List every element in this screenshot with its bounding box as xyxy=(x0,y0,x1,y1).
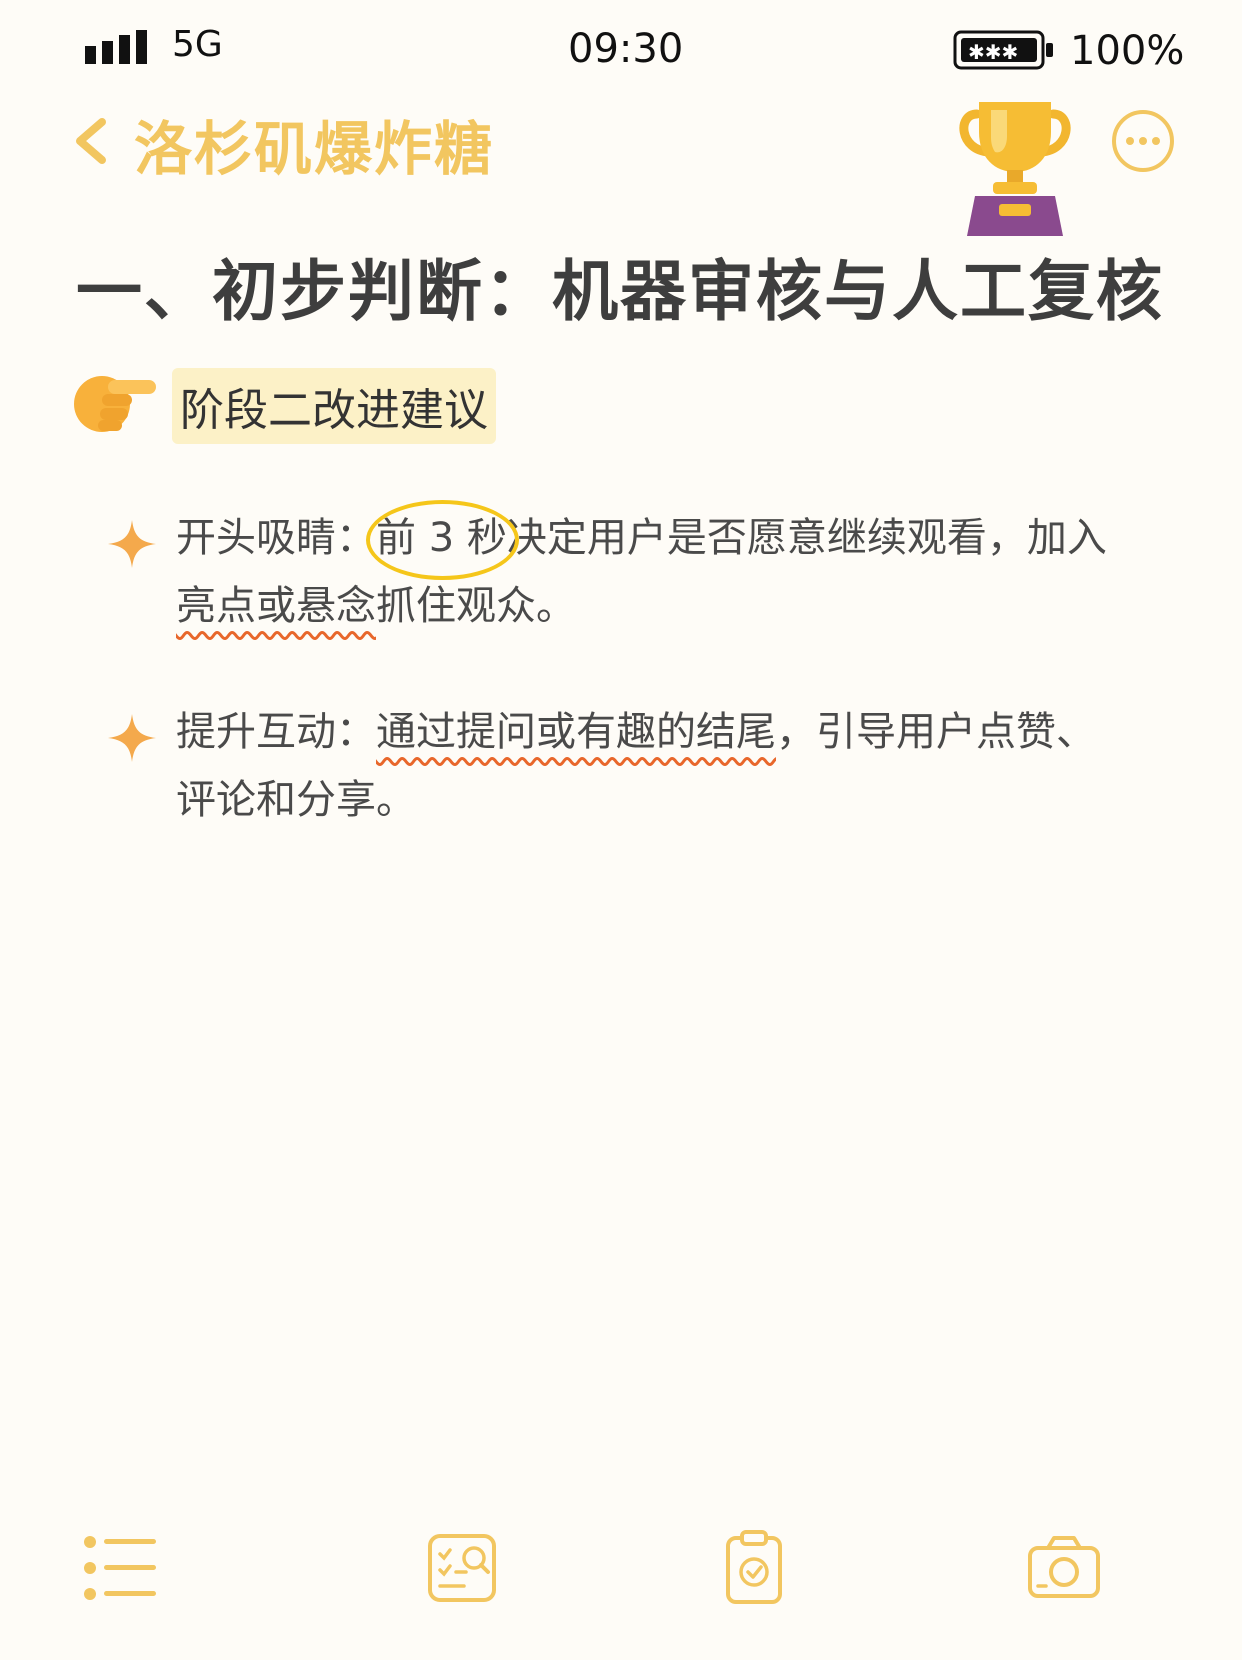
bottom-toolbar xyxy=(0,1530,1242,1630)
back-icon[interactable] xyxy=(72,116,108,166)
signal-icon xyxy=(85,30,147,64)
nav-title[interactable]: 洛杉矶爆炸糖 xyxy=(134,102,494,186)
item-mid: 决定用户是否愿意继续观看，加入 xyxy=(506,515,1107,561)
nav-bar: 洛杉矶爆炸糖 xyxy=(0,100,1242,236)
svg-text:✱✱✱: ✱✱✱ xyxy=(968,40,1018,64)
battery-percent: 100% xyxy=(1070,28,1185,74)
camera-icon[interactable] xyxy=(1026,1530,1102,1606)
more-icon[interactable] xyxy=(1110,108,1176,174)
trophy-icon xyxy=(959,102,1071,236)
wavy-underlined-text: 通过提问或有趣的结尾 xyxy=(376,709,776,755)
status-bar: 5G 09:30 ✱✱✱ 100% xyxy=(0,0,1242,100)
clipboard-check-icon[interactable] xyxy=(716,1530,792,1606)
circled-text: 前 3 秒 xyxy=(366,500,519,580)
network-type: 5G xyxy=(172,24,223,65)
list-icon[interactable] xyxy=(82,1530,158,1606)
item-tail: 抓住观众。 xyxy=(376,583,576,629)
checklist-search-icon[interactable] xyxy=(424,1530,500,1606)
item-text: 提升互动：通过提问或有趣的结尾，引导用户点赞、评论和分享。 xyxy=(176,698,1116,834)
pointing-hand-icon xyxy=(74,376,156,432)
item-lead: 开头吸睛： xyxy=(176,515,376,561)
item-text: 开头吸睛：前 3 秒决定用户是否愿意继续观看，加入亮点或悬念抓住观众。 xyxy=(176,500,1116,640)
wavy-underlined-text: 亮点或悬念 xyxy=(176,583,376,629)
item-lead: 提升互动： xyxy=(176,709,376,755)
sparkle-icon xyxy=(108,520,156,568)
page-title: 一、初步判断：机器审核与人工复核 xyxy=(76,253,1164,330)
battery-icon: ✱✱✱ xyxy=(953,30,1053,70)
section-label: 阶段二改进建议 xyxy=(172,368,496,444)
sparkle-icon xyxy=(108,714,156,762)
status-time: 09:30 xyxy=(568,26,684,72)
